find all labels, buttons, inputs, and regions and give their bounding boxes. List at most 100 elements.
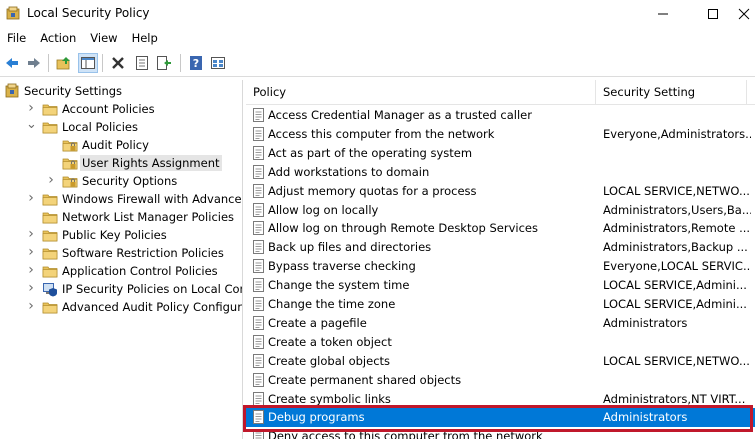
security-setting-value: Administrators,NT VIRT... <box>603 391 746 406</box>
tree-item-label: Network List Manager Policies <box>62 210 235 224</box>
tree-item[interactable]: › Application Control Policies <box>0 262 242 280</box>
policy-name: Bypass traverse checking <box>268 259 416 274</box>
policy-name: Adjust memory quotas for a process <box>268 183 477 198</box>
chevron-right-icon[interactable]: › <box>26 281 36 296</box>
tree-item[interactable]: › Public Key Policies <box>0 226 242 244</box>
forward-icon[interactable] <box>24 53 44 73</box>
chevron-right-icon[interactable]: › <box>26 101 36 116</box>
table-row[interactable]: Create permanent shared objects <box>246 371 755 390</box>
policy-icon <box>252 315 266 330</box>
chevron-right-icon[interactable]: › <box>46 173 56 188</box>
policy-icon <box>252 391 266 406</box>
security-setting-value: LOCAL SERVICE,NETWO... <box>603 353 750 368</box>
table-row[interactable]: Change the system time LOCAL SERVICE,Admi… <box>246 276 755 295</box>
policy-icon <box>252 334 266 349</box>
up-folder-icon[interactable] <box>54 53 74 73</box>
export-list-icon[interactable] <box>154 53 174 73</box>
policy-name: Back up files and directories <box>268 240 432 255</box>
table-row[interactable]: Create a token object <box>246 333 755 352</box>
table-row[interactable]: Debug programs Administrators <box>246 408 755 428</box>
policy-folder-icon <box>62 155 78 171</box>
policy-icon <box>252 278 266 293</box>
tree-item[interactable]: Security Settings <box>0 82 242 100</box>
folder-icon <box>42 263 58 279</box>
tree-item[interactable]: Network List Manager Policies <box>0 208 242 226</box>
tree-item[interactable]: › Security Options <box>0 172 242 190</box>
tree-item[interactable]: › Advanced Audit Policy Configuration <box>0 298 242 316</box>
policy-name: Debug programs <box>268 410 365 425</box>
tree-item[interactable]: › Software Restriction Policies <box>0 244 242 262</box>
table-row[interactable]: Deny access to this computer from the ne… <box>246 427 755 439</box>
table-row[interactable]: Create a pagefile Administrators <box>246 314 755 333</box>
minimize-button[interactable] <box>640 0 686 28</box>
tree-item-label: Local Policies <box>62 120 138 134</box>
tree-item[interactable]: Audit Policy <box>0 136 242 154</box>
table-row[interactable]: Create symbolic links Administrators,NT V… <box>246 390 755 409</box>
policy-name: Create a token object <box>268 334 392 349</box>
tree-item[interactable]: ⌄ Local Policies <box>0 118 242 136</box>
view-icon[interactable] <box>208 53 228 73</box>
tree-item-label: User Rights Assignment <box>80 155 222 171</box>
policy-folder-icon <box>62 137 78 153</box>
policy-icon <box>252 183 266 198</box>
security-settings-icon <box>4 83 20 99</box>
security-setting-value: LOCAL SERVICE,Admini... <box>603 297 747 311</box>
tree-item[interactable]: › Account Policies <box>0 100 242 118</box>
chevron-right-icon[interactable]: › <box>26 191 36 206</box>
chevron-right-icon[interactable]: › <box>26 263 36 278</box>
chevron-right-icon[interactable]: › <box>26 227 36 242</box>
menu-action[interactable]: Action <box>33 29 83 49</box>
menu-bar: File Action View Help <box>0 29 755 49</box>
policy-name: Create global objects <box>268 353 391 368</box>
policy-icon <box>252 221 266 236</box>
menu-help[interactable]: Help <box>125 29 165 49</box>
sort-up-icon: ^ <box>418 80 426 87</box>
properties-icon[interactable] <box>132 53 152 73</box>
folder-icon <box>42 101 58 117</box>
delete-icon[interactable] <box>108 53 128 73</box>
table-row[interactable]: Adjust memory quotas for a process LOCAL … <box>246 182 755 201</box>
tree-item[interactable]: User Rights Assignment <box>0 154 242 172</box>
table-row[interactable]: Act as part of the operating system <box>246 144 755 163</box>
policy-name: Access Credential Manager as a trusted c… <box>268 108 532 122</box>
chevron-down-icon[interactable]: ⌄ <box>26 118 37 134</box>
table-row[interactable]: Allow log on locally Administrators,Users… <box>246 201 755 220</box>
table-row[interactable]: Access this computer from the network Eve… <box>246 125 755 144</box>
tree-item-label: Security Options <box>82 174 178 188</box>
chevron-right-icon[interactable]: › <box>26 299 36 314</box>
help-icon[interactable]: ? <box>186 53 206 73</box>
back-icon[interactable] <box>2 53 22 73</box>
policy-name: Add workstations to domain <box>268 164 430 179</box>
folder-icon <box>42 119 58 135</box>
policy-icon <box>252 240 266 255</box>
security-setting-value: LOCAL SERVICE,NETWO... <box>603 183 750 198</box>
policy-name: Create a pagefile <box>268 315 367 330</box>
table-row[interactable]: Back up files and directories Administrat… <box>246 238 755 257</box>
table-row[interactable]: Change the time zone LOCAL SERVICE,Admini… <box>246 295 755 314</box>
navigation-tree: Security Settings › Account Policies ⌄ Local… <box>0 80 243 439</box>
security-setting-value: Administrators,Users,Ba... <box>603 202 751 217</box>
menu-file[interactable]: File <box>0 29 33 49</box>
column-security-setting[interactable]: Security Setting <box>603 85 695 99</box>
table-row[interactable]: Allow log on through Remote Desktop Serv… <box>246 219 755 238</box>
policy-icon <box>252 108 266 122</box>
list-header: ^ Policy Security Setting <box>246 80 755 105</box>
column-policy[interactable]: Policy <box>253 85 286 99</box>
table-row[interactable]: Create global objects LOCAL SERVICE,NETWO… <box>246 352 755 371</box>
tree-item-label: Public Key Policies <box>62 228 167 242</box>
close-button[interactable] <box>738 0 755 28</box>
chevron-right-icon[interactable]: › <box>26 245 36 260</box>
table-row[interactable]: Bypass traverse checking Everyone,LOCAL S… <box>246 257 755 276</box>
table-row[interactable]: Access Credential Manager as a trusted c… <box>246 106 755 125</box>
policy-name: Change the system time <box>268 278 410 293</box>
window-title: Local Security Policy <box>27 6 150 20</box>
policy-list: ^ Policy Security Setting Access Credent… <box>246 80 755 439</box>
show-hide-tree-icon[interactable] <box>78 53 98 73</box>
tree-item[interactable]: › Windows Firewall with Advanced Secu <box>0 190 242 208</box>
security-setting-value: LOCAL SERVICE,Admini... <box>603 278 747 293</box>
tree-item-label: Audit Policy <box>82 138 149 152</box>
table-row[interactable]: Add workstations to domain <box>246 163 755 182</box>
menu-view[interactable]: View <box>83 29 124 49</box>
tree-item[interactable]: › IP Security Policies on Local Compute <box>0 280 242 298</box>
maximize-button[interactable] <box>690 0 736 28</box>
